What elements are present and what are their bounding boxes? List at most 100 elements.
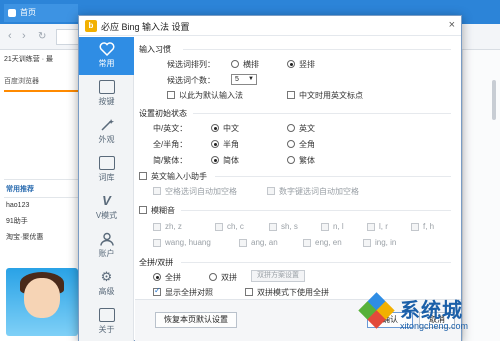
double-pinyin-label: 双拼	[221, 273, 237, 282]
checkbox-fuzzy-pair[interactable]	[153, 239, 161, 247]
home-icon	[8, 9, 16, 17]
candidate-count-value: 5	[235, 76, 239, 83]
radio-half-width[interactable]	[211, 140, 219, 148]
radio-simplified[interactable]	[211, 156, 219, 164]
nav-item-vmode[interactable]: V V模式	[79, 189, 134, 227]
restore-defaults-button[interactable]: 恢复本页默认设置	[155, 312, 237, 328]
checkbox-number-commit[interactable]	[267, 187, 275, 195]
radio-english[interactable]	[287, 124, 295, 132]
recommend-item[interactable]: 91助手	[4, 214, 80, 230]
bing-logo-icon: b	[85, 20, 97, 32]
radio-chinese[interactable]	[211, 124, 219, 132]
double-use-full-label: 双拼模式下使用全拼	[257, 288, 329, 297]
fuzzy-pair-label: zh, z	[165, 222, 182, 231]
v-icon: V	[102, 193, 111, 208]
divider	[193, 113, 451, 114]
candidate-count-select[interactable]: 5 ▼	[231, 74, 257, 85]
fuzzy-pair-label: ch, c	[227, 222, 244, 231]
number-commit-label: 数字键选词自动加空格	[279, 187, 359, 196]
checkbox-space-commit[interactable]	[153, 187, 161, 195]
heart-icon	[99, 42, 115, 57]
section-title-initial-state: 设置初始状态	[139, 109, 187, 118]
full-width-label: 全角	[299, 140, 315, 149]
checkbox-fuzzy-pair[interactable]	[153, 223, 161, 231]
checkbox-fuzzy-pair[interactable]	[321, 223, 329, 231]
show-full-hint-label: 显示全拼对照	[165, 288, 213, 297]
settings-content: 输入习惯 候选词排列： 横排 竖排 候选词个数： 5 ▼ 以此为默认输入法 中文…	[139, 38, 451, 318]
nav-item-appearance[interactable]: 外观	[79, 113, 134, 151]
watermark-logo-icon	[358, 292, 395, 329]
checkbox-fuzzy-pair[interactable]	[215, 223, 223, 231]
fuzzy-pair-label: sh, s	[281, 222, 298, 231]
checkbox-fuzzy-pair[interactable]	[269, 223, 277, 231]
nav-item-about[interactable]: 关于	[79, 303, 134, 341]
cn-en-label: 中/英文：	[153, 124, 188, 133]
space-commit-label: 空格选词自动加空格	[165, 187, 237, 196]
browser-logo: 百度浏览器	[4, 78, 39, 85]
ad-face-shape	[24, 278, 60, 318]
nav-label: 外观	[98, 135, 115, 144]
checkbox-fuzzy-pair[interactable]	[303, 239, 311, 247]
dialog-title: 必应 Bing 输入法 设置	[101, 22, 190, 32]
browser-tab[interactable]: 首页	[4, 4, 78, 22]
fuzzy-pair-label: wang, huang	[165, 238, 211, 247]
script-label: 简/繁体：	[153, 156, 188, 165]
watermark-text: 系统城	[400, 300, 463, 322]
double-scheme-button[interactable]: 双拼方案设置	[251, 270, 305, 282]
gear-icon: ⚙	[100, 269, 113, 284]
nav-item-keys[interactable]: 按键	[79, 75, 134, 113]
recommend-item[interactable]: 淘宝·聚优惠	[4, 230, 80, 246]
nav-item-dictionary[interactable]: 词库	[79, 151, 134, 189]
nav-label: 按键	[98, 97, 115, 106]
ad-image[interactable]	[6, 268, 78, 336]
checkbox-english-punct[interactable]	[287, 91, 295, 99]
checkbox-default-ime[interactable]	[167, 91, 175, 99]
chevron-down-icon: ▼	[248, 76, 254, 82]
simplified-label: 简体	[223, 156, 239, 165]
magic-wand-icon	[99, 118, 115, 132]
settings-nav: 常用 按键 外观 词库 V V模式 账户 ⚙ 高级 关于	[79, 37, 134, 341]
forward-icon[interactable]: ›	[22, 30, 26, 42]
checkbox-english-helper[interactable]	[139, 172, 147, 180]
nav-label: 关于	[98, 325, 115, 334]
radio-traditional[interactable]	[287, 156, 295, 164]
scrollbar[interactable]	[492, 80, 496, 120]
fuzzy-pair-label: ang, an	[251, 238, 278, 247]
checkbox-fuzzy-pair[interactable]	[367, 223, 375, 231]
section-title-full-double: 全拼/双拼	[139, 258, 174, 267]
checkbox-fuzzy-pair[interactable]	[239, 239, 247, 247]
divider	[181, 210, 451, 211]
radio-full-pinyin[interactable]	[153, 273, 161, 281]
close-icon[interactable]: ×	[449, 19, 455, 31]
traditional-label: 繁体	[299, 156, 315, 165]
back-icon[interactable]: ‹	[8, 30, 12, 42]
recommend-item[interactable]: hao123	[4, 198, 80, 214]
browser-tab-label: 首页	[20, 8, 36, 17]
book-icon	[98, 156, 115, 170]
fuzzy-title: 模糊音	[151, 206, 175, 215]
refresh-icon[interactable]: ↻	[38, 31, 46, 42]
checkbox-fuzzy[interactable]	[139, 206, 147, 214]
nav-label: 常用	[98, 59, 115, 68]
radio-horizontal[interactable]	[231, 60, 239, 68]
nav-item-advanced[interactable]: ⚙ 高级	[79, 265, 134, 303]
nav-label: 词库	[98, 173, 115, 182]
nav-label: V模式	[95, 211, 118, 220]
checkbox-double-use-full[interactable]	[245, 288, 253, 296]
nav-item-account[interactable]: 账户	[79, 227, 134, 265]
radio-double-pinyin[interactable]	[209, 273, 217, 281]
checkbox-fuzzy-pair[interactable]	[363, 239, 371, 247]
candidate-count-label: 候选词个数：	[167, 76, 215, 85]
fuzzy-pair-label: l, r	[379, 222, 388, 231]
nav-item-common[interactable]: 常用	[79, 37, 134, 75]
radio-full-width[interactable]	[287, 140, 295, 148]
fuzzy-pair-label: n, l	[333, 222, 344, 231]
dialog-titlebar: b 必应 Bing 输入法 设置 ×	[79, 16, 461, 36]
radio-vertical[interactable]	[287, 60, 295, 68]
checkbox-fuzzy-pair[interactable]	[411, 223, 419, 231]
chinese-label: 中文	[223, 124, 239, 133]
info-icon	[98, 308, 115, 322]
divider	[183, 49, 451, 50]
checkbox-show-full-hint[interactable]	[153, 286, 161, 296]
bookmark-item[interactable]: 21天训练营 · 最	[0, 51, 80, 69]
